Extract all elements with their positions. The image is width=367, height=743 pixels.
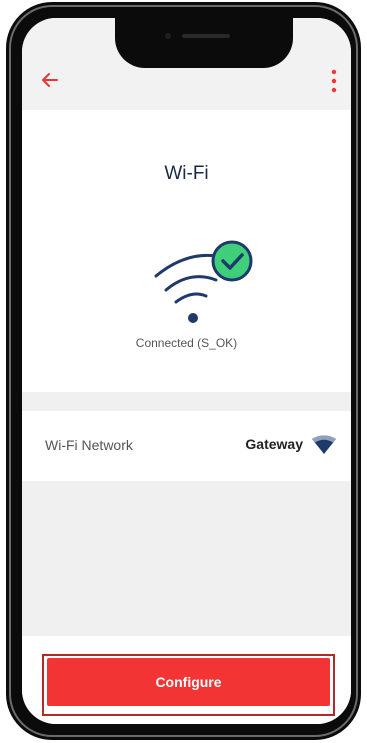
wifi-network-name: Gateway [245, 436, 303, 452]
wifi-status-panel: Wi-Fi Connected (S_OK) [22, 110, 351, 392]
page-title: Wi-Fi [164, 163, 209, 184]
footer: Configure [22, 636, 351, 724]
empty-area [22, 481, 351, 651]
camera-icon [165, 33, 171, 39]
more-vertical-icon[interactable] [329, 68, 339, 94]
speaker-grille [182, 34, 230, 38]
phone-screen: Wi-Fi Connected (S_OK) Wi-Fi Network Gat… [22, 18, 351, 724]
section-divider [22, 392, 351, 411]
wifi-connected-icon [154, 240, 253, 323]
configure-button[interactable]: Configure [47, 658, 330, 706]
wifi-signal-icon [312, 435, 336, 454]
arrow-left-icon[interactable] [40, 70, 60, 90]
wifi-network-label: Wi-Fi Network [45, 437, 133, 453]
phone-notch [115, 18, 293, 68]
connection-status: Connected (S_OK) [135, 336, 238, 350]
wifi-network-row[interactable]: Wi-Fi Network Gateway [22, 411, 351, 481]
phone-frame: Wi-Fi Connected (S_OK) Wi-Fi Network Gat… [6, 2, 361, 740]
